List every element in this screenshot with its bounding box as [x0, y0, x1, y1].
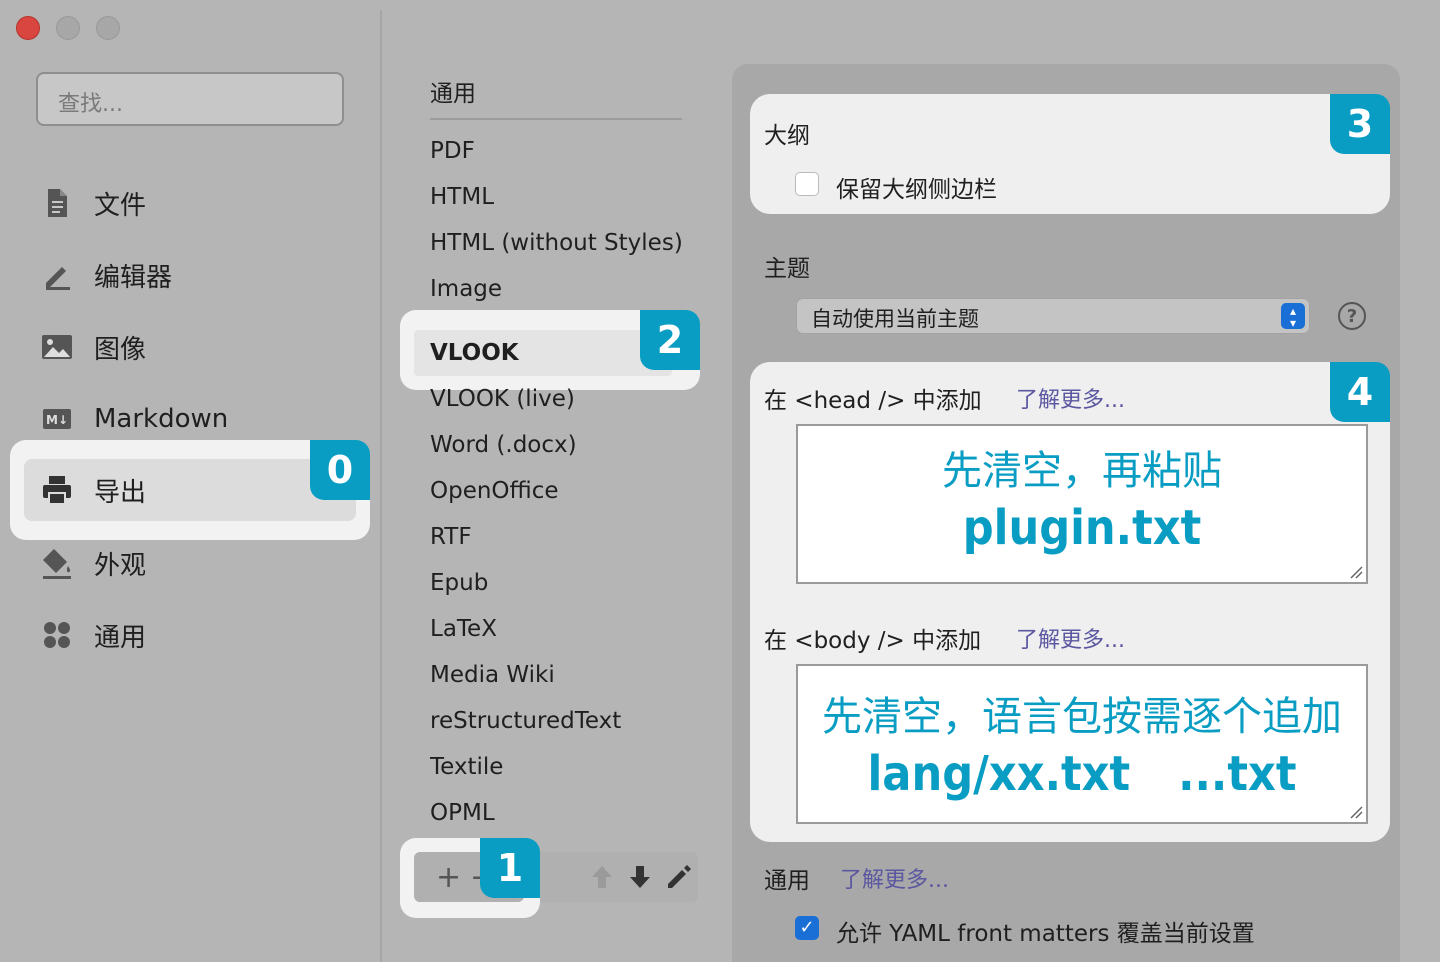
sidebar-item-label: 通用 — [94, 622, 147, 653]
svg-text:M↓: M↓ — [46, 413, 68, 427]
document-icon — [40, 186, 74, 220]
format-item-image[interactable]: Image — [430, 276, 502, 302]
paint-bucket-icon — [40, 546, 74, 580]
allow-yaml-checkbox[interactable]: ✓ — [795, 916, 819, 940]
resize-handle-icon[interactable] — [1349, 565, 1363, 579]
sidebar-item-file[interactable]: 文件 — [40, 173, 146, 233]
apps-grid-icon — [40, 618, 74, 652]
sidebar-item-label: 文件 — [94, 190, 147, 221]
sidebar-item-label: 外观 — [94, 550, 147, 581]
format-item-epub[interactable]: Epub — [430, 570, 488, 596]
step-badge-1: 1 — [480, 838, 540, 898]
step-badge-3: 3 — [1330, 94, 1390, 154]
theme-title: 主题 — [764, 256, 810, 282]
search-input[interactable]: 查找... — [36, 72, 344, 126]
format-item-textile[interactable]: Textile — [430, 754, 503, 780]
maximize-window-button[interactable] — [96, 16, 120, 40]
sidebar-item-export[interactable]: 导出 — [24, 459, 356, 521]
format-item-opml[interactable]: OPML — [430, 800, 495, 826]
format-general-header: 通用 — [430, 81, 476, 107]
theme-select[interactable]: 自动使用当前主题 — [796, 298, 1310, 334]
printer-icon — [40, 473, 74, 507]
sidebar-item-editor[interactable]: 编辑器 — [40, 245, 172, 305]
format-item-word[interactable]: Word (.docx) — [430, 432, 577, 458]
body-note-line2: lang/xx.txt ...txt — [867, 746, 1297, 802]
body-note-line1: 先清空，语言包按需逐个追加 — [822, 694, 1342, 740]
head-note-line2: plugin.txt — [962, 500, 1202, 556]
format-item-html[interactable]: HTML — [430, 184, 494, 210]
format-item-openoffice[interactable]: OpenOffice — [430, 478, 559, 504]
keep-outline-sidebar-checkbox[interactable] — [795, 172, 819, 196]
body-learn-more-link[interactable]: 了解更多... — [1016, 622, 1125, 654]
image-icon — [40, 330, 74, 364]
close-window-button[interactable] — [16, 16, 40, 40]
sidebar-item-image[interactable]: 图像 — [40, 317, 146, 377]
head-label: 在 <head /> 中添加 — [764, 388, 982, 414]
sidebar-item-label: 图像 — [94, 334, 147, 365]
format-item-mediawiki[interactable]: Media Wiki — [430, 662, 555, 688]
format-item-restructuredtext[interactable]: reStructuredText — [430, 708, 621, 734]
sidebar-item-label: 导出 — [94, 477, 147, 508]
sidebar-item-appearance[interactable]: 外观 — [40, 533, 146, 593]
general-learn-more-link[interactable]: 了解更多... — [840, 862, 949, 894]
sidebar-item-label: 编辑器 — [94, 262, 173, 293]
allow-yaml-label: 允许 YAML front matters 覆盖当前设置 — [836, 921, 1255, 947]
step-badge-2: 2 — [640, 310, 700, 370]
format-item-latex[interactable]: LaTeX — [430, 616, 497, 642]
format-item-vlook-live[interactable]: VLOOK (live) — [430, 386, 575, 412]
format-item-pdf[interactable]: PDF — [430, 138, 475, 164]
sidebar-divider — [380, 10, 382, 962]
head-learn-more-link[interactable]: 了解更多... — [1016, 382, 1125, 414]
sidebar-item-label: Markdown — [94, 404, 229, 434]
resize-handle-icon[interactable] — [1349, 805, 1363, 819]
markdown-icon: M↓ — [40, 402, 74, 436]
body-textarea[interactable]: 先清空，语言包按需逐个追加 lang/xx.txt ...txt — [796, 664, 1368, 824]
step-badge-4: 4 — [1330, 362, 1390, 422]
move-down-icon[interactable] — [628, 864, 652, 890]
add-format-button[interactable]: + — [436, 860, 461, 895]
head-note-line1: 先清空，再粘贴 — [942, 448, 1222, 494]
outline-title: 大纲 — [764, 123, 810, 149]
minimize-window-button[interactable] — [56, 16, 80, 40]
pencil-icon — [40, 258, 74, 292]
general-title: 通用 — [764, 868, 810, 894]
help-icon[interactable]: ? — [1338, 302, 1366, 330]
select-chevron-icon[interactable]: ▴ ▾ — [1281, 303, 1305, 329]
format-item-rtf[interactable]: RTF — [430, 524, 472, 550]
move-up-icon[interactable] — [590, 864, 614, 890]
format-item-html-no-styles[interactable]: HTML (without Styles) — [430, 230, 683, 256]
sidebar-item-general[interactable]: 通用 — [40, 605, 146, 665]
edit-pencil-icon[interactable] — [664, 862, 692, 890]
body-label: 在 <body /> 中添加 — [764, 628, 982, 654]
step-badge-0: 0 — [310, 440, 370, 500]
sidebar-item-markdown[interactable]: M↓ Markdown — [40, 389, 228, 449]
head-textarea[interactable]: 先清空，再粘贴 plugin.txt — [796, 424, 1368, 584]
format-item-vlook[interactable]: VLOOK — [430, 340, 519, 366]
keep-outline-sidebar-label: 保留大纲侧边栏 — [836, 177, 997, 203]
list-divider — [430, 118, 682, 120]
window-controls — [16, 16, 120, 40]
